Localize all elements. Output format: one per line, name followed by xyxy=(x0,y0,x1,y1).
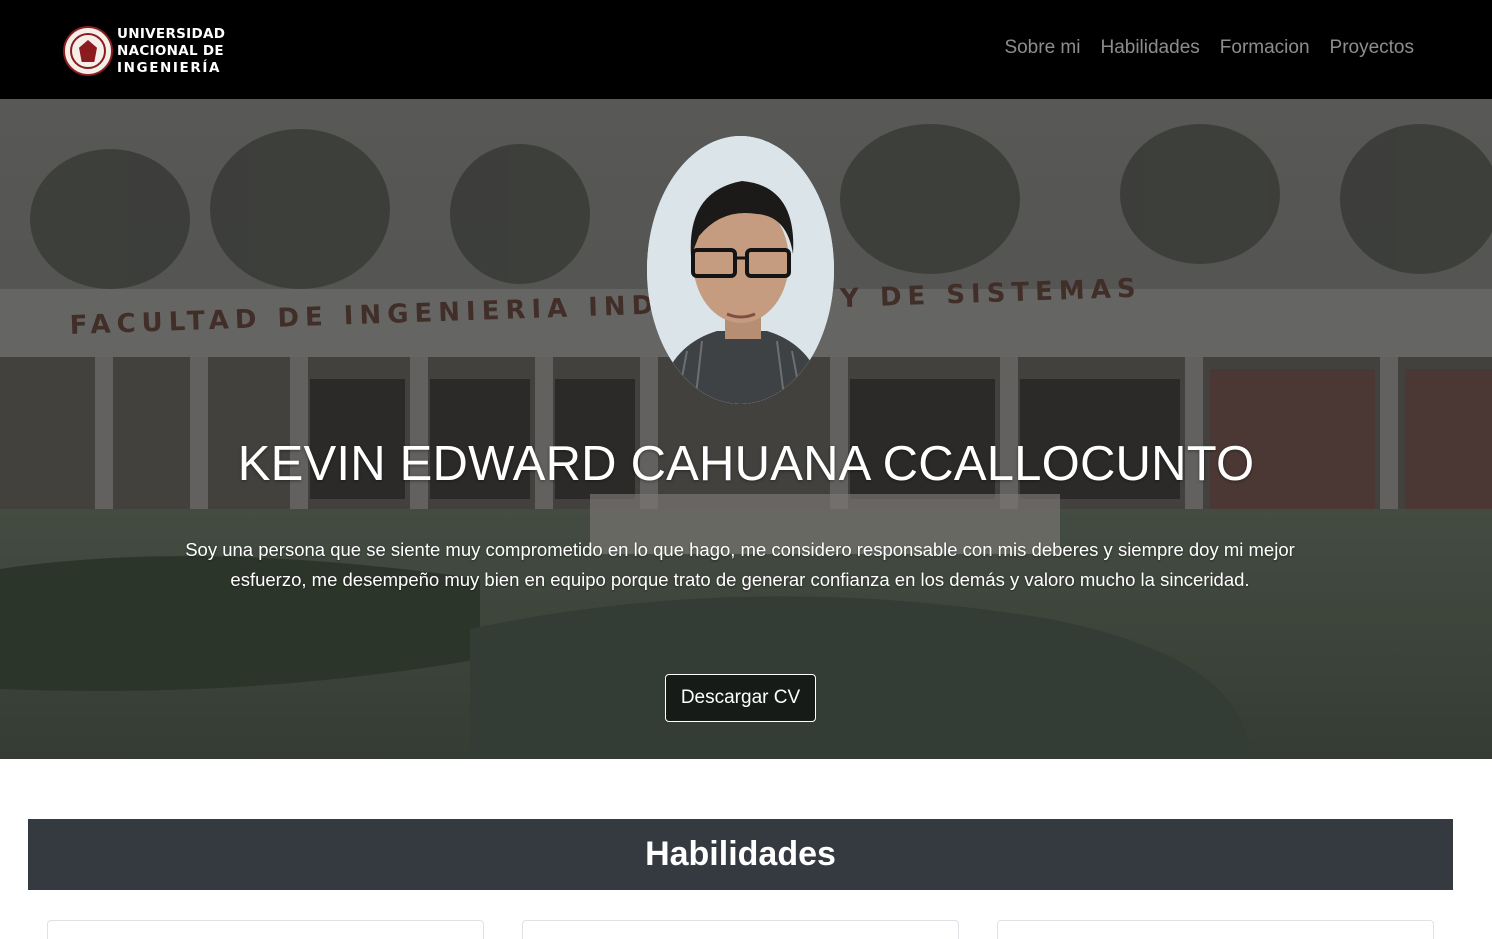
brand-logo[interactable]: UNIVERSIDAD NACIONAL DE INGENIERÍA xyxy=(63,25,225,77)
skill-card xyxy=(522,920,959,939)
skill-card xyxy=(47,920,484,939)
nav-link-sobre-mi[interactable]: Sobre mi xyxy=(994,37,1090,59)
brand-text: UNIVERSIDAD NACIONAL DE INGENIERÍA xyxy=(117,26,225,77)
skills-section-header: Habilidades xyxy=(28,819,1453,890)
nav-link-formacion[interactable]: Formacion xyxy=(1210,37,1320,59)
nav-menu: Sobre mi Habilidades Formacion Proyectos xyxy=(994,37,1424,59)
brand-line-2: NACIONAL DE xyxy=(117,42,224,59)
hero-description: Soy una persona que se siente muy compro… xyxy=(185,539,1295,590)
brand-line-1: UNIVERSIDAD xyxy=(117,25,226,42)
nav-link-habilidades[interactable]: Habilidades xyxy=(1090,37,1209,59)
profile-photo xyxy=(647,136,834,404)
hero-section: FACULTAD DE INGENIERIA INDUSTRIAL Y DE S… xyxy=(0,99,1492,759)
hero-name: KEVIN EDWARD CAHUANA CCALLOCUNTO xyxy=(237,437,1255,491)
brand-line-3: INGENIERÍA xyxy=(117,59,222,76)
download-cv-button[interactable]: Descargar CV xyxy=(665,674,816,722)
skill-card xyxy=(997,920,1434,939)
skills-title: Habilidades xyxy=(645,835,836,873)
nav-link-proyectos[interactable]: Proyectos xyxy=(1320,37,1424,59)
navbar: UNIVERSIDAD NACIONAL DE INGENIERÍA Sobre… xyxy=(0,0,1492,99)
university-seal-icon xyxy=(63,26,113,76)
